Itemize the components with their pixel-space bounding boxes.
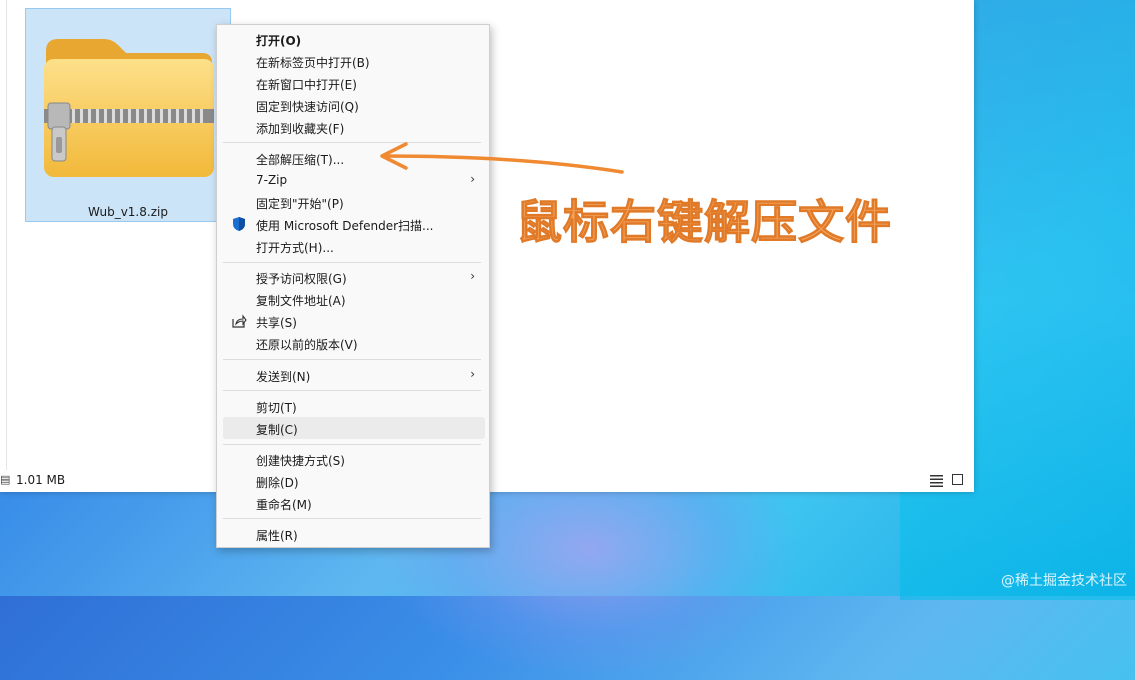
menu-item-cut[interactable]: 剪切(T) [223, 395, 485, 417]
menu-item-open[interactable]: 打开(O) [223, 28, 485, 50]
menu-item-label: 剪切(T) [256, 401, 297, 415]
menu-item-pin-start[interactable]: 固定到"开始"(P) [223, 191, 485, 213]
annotation-caption: 鼠标右键解压文件 [516, 195, 892, 250]
menu-item-label: 固定到"开始"(P) [256, 197, 344, 211]
menu-separator [223, 444, 481, 445]
menu-item-label: 7-Zip [256, 173, 288, 187]
menu-item-label: 打开(O) [256, 34, 302, 48]
menu-item-label: 使用 Microsoft Defender扫描... [256, 219, 434, 233]
menu-item-share[interactable]: 共享(S) [223, 310, 485, 332]
status-item-icon: ▤ [0, 473, 11, 486]
menu-item-label: 授予访问权限(G) [256, 272, 347, 286]
menu-item-restore-versions[interactable]: 还原以前的版本(V) [223, 332, 485, 354]
menu-separator [223, 359, 481, 360]
menu-item-rename[interactable]: 重命名(M) [223, 492, 485, 514]
menu-item-label: 重命名(M) [256, 498, 312, 512]
details-view-icon[interactable] [930, 473, 943, 487]
menu-item-label: 复制文件地址(A) [256, 294, 346, 308]
menu-item-add-favorites[interactable]: 添加到收藏夹(F) [223, 116, 485, 138]
menu-separator [223, 262, 481, 263]
menu-item-label: 删除(D) [256, 476, 299, 490]
chevron-right-icon: › [470, 269, 475, 283]
menu-item-label: 属性(R) [256, 529, 298, 543]
menu-item-label: 创建快捷方式(S) [256, 454, 345, 468]
menu-item-label: 共享(S) [256, 316, 297, 330]
menu-item-label: 全部解压缩(T)... [256, 153, 345, 167]
menu-item-open-new-tab[interactable]: 在新标签页中打开(B) [223, 50, 485, 72]
menu-item-delete[interactable]: 删除(D) [223, 470, 485, 492]
watermark: @稀土掘金技术社区 [1001, 573, 1127, 589]
menu-separator [223, 518, 481, 519]
chevron-right-icon: › [470, 367, 475, 381]
navigation-divider [6, 0, 7, 470]
menu-item-label: 固定到快速访问(Q) [256, 100, 359, 114]
menu-item-create-shortcut[interactable]: 创建快捷方式(S) [223, 448, 485, 470]
annotation-arrow-icon [380, 142, 624, 174]
menu-item-label: 复制(C) [256, 423, 298, 437]
menu-item-label: 还原以前的版本(V) [256, 338, 358, 352]
menu-separator [223, 390, 481, 391]
menu-item-open-with[interactable]: 打开方式(H)... [223, 235, 485, 257]
selected-file-size: 1.01 MB [16, 473, 66, 487]
menu-item-copy[interactable]: 复制(C) [223, 417, 485, 439]
menu-item-label: 添加到收藏夹(F) [256, 122, 345, 136]
zip-file-item[interactable]: Wub_v1.8.zip [25, 8, 231, 222]
menu-item-open-new-window[interactable]: 在新窗口中打开(E) [223, 72, 485, 94]
context-menu: 打开(O) 在新标签页中打开(B) 在新窗口中打开(E) 固定到快速访问(Q) … [216, 24, 490, 548]
menu-item-grant-access[interactable]: 授予访问权限(G) › [223, 266, 485, 288]
menu-item-copy-path[interactable]: 复制文件地址(A) [223, 288, 485, 310]
menu-item-label: 打开方式(H)... [256, 241, 334, 255]
menu-item-label: 在新标签页中打开(B) [256, 56, 370, 70]
zip-folder-icon [44, 39, 214, 177]
menu-item-defender-scan[interactable]: 使用 Microsoft Defender扫描... [223, 213, 485, 235]
menu-item-label: 在新窗口中打开(E) [256, 78, 357, 92]
menu-item-send-to[interactable]: 发送到(N) › [223, 364, 485, 386]
menu-item-properties[interactable]: 属性(R) [223, 523, 485, 545]
share-icon [232, 314, 247, 328]
file-name: Wub_v1.8.zip [88, 205, 168, 219]
menu-item-pin-quick-access[interactable]: 固定到快速访问(Q) [223, 94, 485, 116]
menu-item-label: 发送到(N) [256, 370, 311, 384]
large-icons-view-icon[interactable] [952, 474, 963, 485]
shield-icon [233, 217, 245, 231]
